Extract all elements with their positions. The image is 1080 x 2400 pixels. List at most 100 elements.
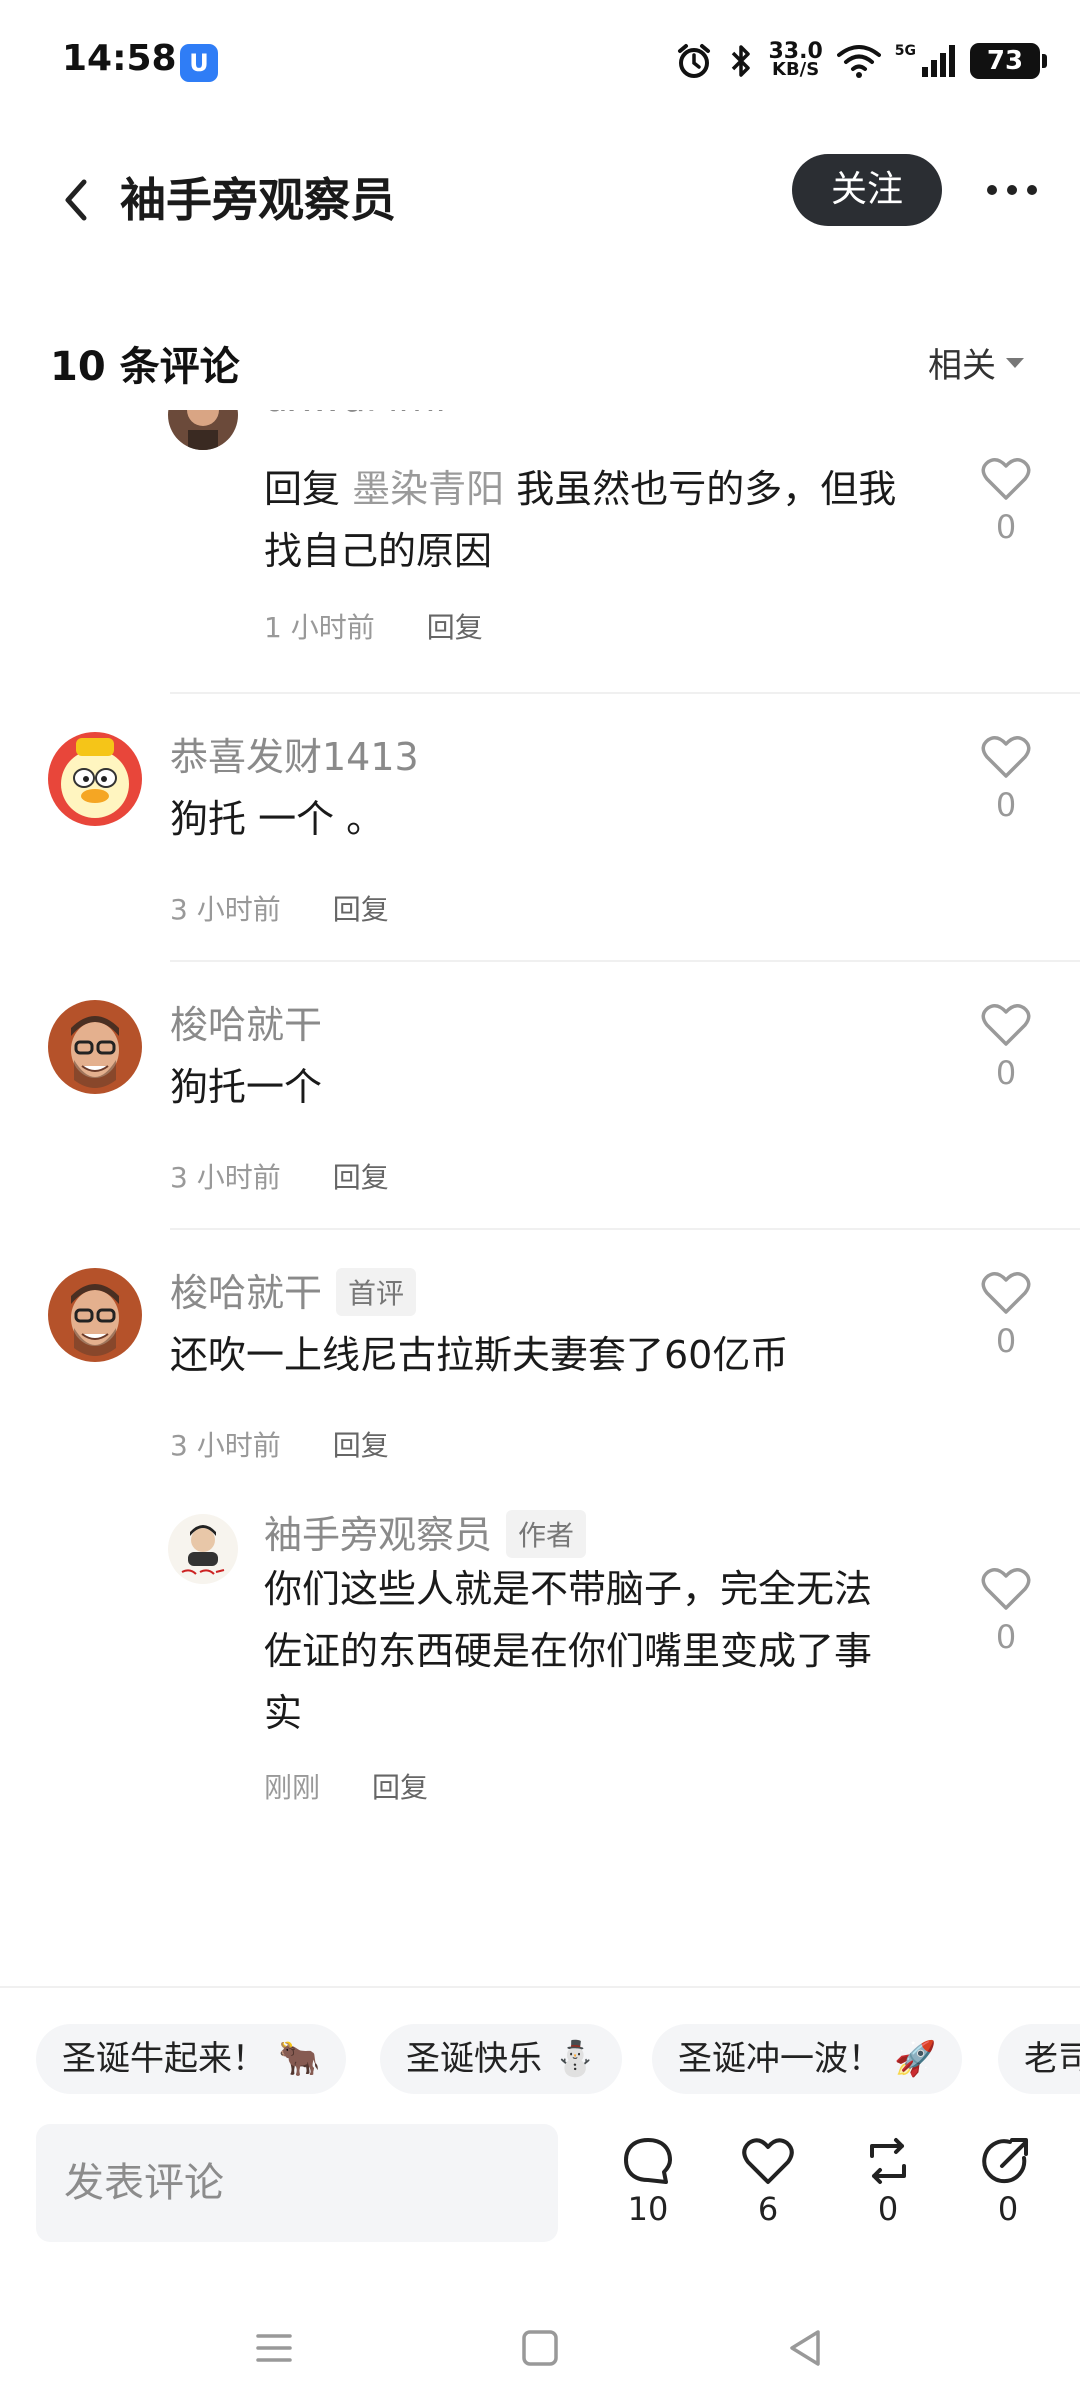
triangle-back-icon xyxy=(790,2330,820,2366)
comment-item: uxwdPimi 回复 墨染青阳 我虽然也亏的多，但我 找自己的原因 1 小时前… xyxy=(0,410,1080,690)
like-count: 0 xyxy=(995,1322,1017,1360)
comment-author[interactable]: 恭喜发财1413 xyxy=(170,726,419,781)
reply-button[interactable]: 回复 xyxy=(333,1156,389,1196)
quick-reactions-bar[interactable]: 圣诞牛起来！🐂 圣诞快乐⛄ 圣诞冲一波！🚀 老司 xyxy=(0,1986,1080,2106)
battery-indicator: 73 xyxy=(970,43,1047,79)
like-count: 0 xyxy=(995,786,1017,824)
nav-home-button[interactable] xyxy=(510,2318,570,2378)
status-bar: 14:58 U 33.0 KB/S 5G 73 xyxy=(0,0,1080,120)
comment-author[interactable]: 梭哈就干 首评 xyxy=(170,1262,417,1320)
comment-list[interactable]: uxwdPimi 回复 墨染青阳 我虽然也亏的多，但我 找自己的原因 1 小时前… xyxy=(0,410,1080,1980)
menu-icon xyxy=(256,2334,292,2362)
top-header: 袖手旁观察员 关注 xyxy=(0,140,1080,260)
alarm-icon xyxy=(678,44,711,78)
caret-down-icon xyxy=(1006,357,1024,368)
comment-author[interactable]: uxwdPimi xyxy=(264,410,446,420)
divider xyxy=(170,960,1080,962)
quick-reaction-chip[interactable]: 圣诞牛起来！ 🐂 xyxy=(36,2024,347,2094)
like-count: 0 xyxy=(995,1054,1017,1092)
like-count: 0 xyxy=(995,1618,1017,1656)
sort-label: 相关 xyxy=(928,346,996,386)
like-button[interactable]: 0 xyxy=(976,1270,1036,1360)
comment-time: 3 小时前 xyxy=(170,1429,281,1462)
heart-icon xyxy=(742,2138,794,2184)
comment-item: 梭哈就干 首评 还吹一上线尼古拉斯夫妻套了60亿币 3 小时前 回复 0 xyxy=(0,1258,1080,1498)
repost-action[interactable]: 0 xyxy=(848,2134,928,2228)
heart-icon xyxy=(981,1568,1031,1610)
comment-text: 你们这些人就是不带脑子，完全无法 佐证的东西硬是在你们嘴里变成了事 实 xyxy=(264,1567,873,1735)
square-icon xyxy=(522,2330,558,2366)
page-title: 袖手旁观察员 xyxy=(120,173,396,227)
comment-meta: 3 小时前 回复 xyxy=(170,1156,389,1196)
comment-meta: 1 小时前 回复 xyxy=(264,606,483,646)
comment-item: 袖手旁观察员 作者 你们这些人就是不带脑子，完全无法 佐证的东西硬是在你们嘴里变成… xyxy=(0,1506,1080,1836)
comments-count: 10 xyxy=(627,2190,669,2228)
quick-reaction-chip[interactable]: 圣诞冲一波！ 🚀 xyxy=(652,2024,963,2094)
comment-meta: 刚刚 回复 xyxy=(264,1766,428,1806)
chevron-left-icon xyxy=(65,179,87,221)
like-count: 0 xyxy=(995,508,1017,546)
comment-bubble-icon xyxy=(624,2138,672,2184)
comment-time: 1 小时前 xyxy=(264,611,375,644)
bottom-action-bar: 发表评论 10 6 0 0 xyxy=(0,2122,1080,2252)
follow-button[interactable]: 关注 xyxy=(792,154,942,226)
nav-menu-button[interactable] xyxy=(244,2318,304,2378)
comment-text: 狗托 一个 。 xyxy=(170,797,385,841)
like-button[interactable]: 0 xyxy=(976,734,1036,824)
divider xyxy=(170,692,1080,694)
heart-icon xyxy=(981,1004,1031,1046)
avatar[interactable] xyxy=(168,1514,238,1584)
author-badge: 作者 xyxy=(506,1509,587,1558)
comment-count: 10 条评论 xyxy=(50,344,240,390)
comments-action[interactable]: 10 xyxy=(608,2134,688,2228)
comment-item: 恭喜发财1413 狗托 一个 。 3 小时前 回复 0 xyxy=(0,722,1080,962)
like-action[interactable]: 6 xyxy=(728,2134,808,2228)
wifi-icon xyxy=(836,45,881,78)
comment-item: 梭哈就干 狗托一个 3 小时前 回复 0 xyxy=(0,990,1080,1230)
share-action[interactable]: 0 xyxy=(968,2134,1048,2228)
app-notification-icon: U xyxy=(180,44,218,82)
net-speed: 33.0 KB/S xyxy=(768,39,823,80)
reply-button[interactable]: 回复 xyxy=(333,1424,389,1464)
sort-dropdown[interactable]: 相关 xyxy=(928,338,1024,387)
more-button[interactable] xyxy=(982,170,1042,210)
divider xyxy=(170,1228,1080,1230)
first-comment-badge: 首评 xyxy=(336,1267,417,1316)
reposts-count: 0 xyxy=(877,2190,899,2228)
share-icon xyxy=(982,2138,1028,2184)
comment-time: 3 小时前 xyxy=(170,893,281,926)
avatar[interactable] xyxy=(48,1268,142,1362)
comment-author[interactable]: 袖手旁观察员 作者 xyxy=(264,1504,587,1562)
avatar[interactable] xyxy=(48,1000,142,1094)
like-button[interactable]: 0 xyxy=(976,1002,1036,1092)
comment-text: 回复 墨染青阳 我虽然也亏的多，但我 找自己的原因 xyxy=(264,467,897,573)
back-button[interactable] xyxy=(50,170,110,230)
like-button[interactable]: 0 xyxy=(976,456,1036,546)
more-icon xyxy=(987,185,1037,195)
comment-input[interactable]: 发表评论 xyxy=(36,2124,558,2242)
system-nav-bar xyxy=(0,2290,1080,2400)
comment-text: 还吹一上线尼古拉斯夫妻套了60亿币 xyxy=(170,1333,789,1377)
reply-button[interactable]: 回复 xyxy=(333,888,389,928)
heart-icon xyxy=(981,736,1031,778)
status-time: 14:58 xyxy=(62,38,177,79)
reply-button[interactable]: 回复 xyxy=(427,606,483,646)
comment-author[interactable]: 梭哈就干 xyxy=(170,994,322,1049)
like-button[interactable]: 0 xyxy=(976,1566,1036,1656)
bull-icon: 🐂 xyxy=(278,2039,321,2079)
avatar[interactable] xyxy=(48,732,142,826)
network-type: 5G xyxy=(894,43,916,59)
reply-button[interactable]: 回复 xyxy=(372,1766,428,1806)
repost-icon xyxy=(870,2138,906,2184)
comment-time: 刚刚 xyxy=(264,1771,321,1804)
mention-link[interactable]: 墨染青阳 xyxy=(352,467,504,511)
quick-reaction-chip[interactable]: 圣诞快乐 ⛄ xyxy=(380,2024,623,2094)
signal-icon xyxy=(922,45,955,77)
likes-count: 6 xyxy=(757,2190,779,2228)
comments-header: 10 条评论 相关 xyxy=(0,320,1080,410)
heart-icon xyxy=(981,458,1031,500)
avatar[interactable] xyxy=(168,410,238,450)
quick-reaction-chip[interactable]: 老司 xyxy=(998,2024,1080,2094)
nav-back-button[interactable] xyxy=(776,2318,836,2378)
heart-icon xyxy=(981,1272,1031,1314)
